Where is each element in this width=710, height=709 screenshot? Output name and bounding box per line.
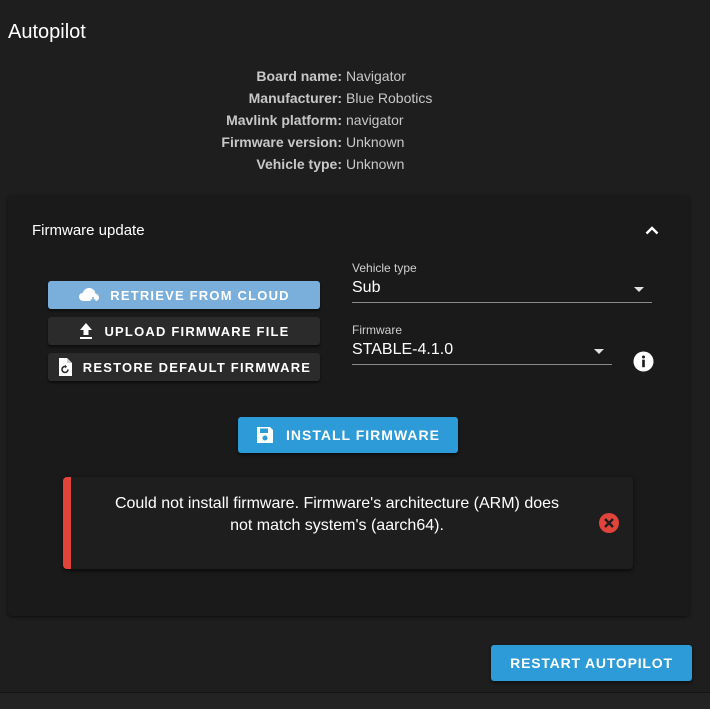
vehicle-type-label: Vehicle type: [352, 261, 417, 275]
upload-firmware-file-label: UPLOAD FIRMWARE FILE: [104, 323, 290, 339]
close-circle-icon[interactable]: [599, 513, 619, 533]
info-row-manufacturer: Manufacturer: Blue Robotics: [0, 88, 700, 110]
info-label: Vehicle type:: [256, 156, 342, 172]
info-label: Mavlink platform:: [226, 112, 342, 128]
file-restore-icon: [57, 357, 73, 377]
firmware-update-panel: Firmware update RETRIEVE FROM CLOUD UPLO…: [8, 196, 689, 616]
restart-autopilot-button[interactable]: RESTART AUTOPILOT: [491, 645, 692, 681]
retrieve-from-cloud-label: RETRIEVE FROM CLOUD: [110, 287, 290, 303]
page-title: Autopilot: [8, 21, 86, 43]
info-value: Unknown: [346, 156, 405, 172]
info-row-board-name: Board name: Navigator: [0, 66, 700, 88]
floppy-disk-icon: [256, 426, 274, 444]
chevron-up-icon[interactable]: [640, 218, 664, 242]
vehicle-type-select[interactable]: Sub: [352, 277, 652, 303]
autopilot-card: Autopilot Board name: Navigator Manufact…: [0, 0, 710, 693]
info-value: Blue Robotics: [346, 90, 433, 106]
info-label: Board name:: [256, 68, 342, 84]
info-row-firmware-version: Firmware version: Unknown: [0, 132, 700, 154]
board-info: Board name: Navigator Manufacturer: Blue…: [0, 66, 700, 176]
retrieve-from-cloud-button[interactable]: RETRIEVE FROM CLOUD: [48, 281, 320, 309]
error-message: Could not install firmware. Firmware's a…: [114, 495, 560, 534]
info-value: navigator: [346, 112, 404, 128]
panel-title: Firmware update: [32, 222, 145, 239]
dropdown-arrow-icon: [594, 349, 604, 354]
upload-icon: [78, 322, 94, 340]
firmware-select[interactable]: STABLE-4.1.0: [352, 339, 612, 365]
info-row-vehicle-type: Vehicle type: Unknown: [0, 154, 700, 176]
dropdown-arrow-icon: [634, 287, 644, 292]
restore-default-firmware-label: RESTORE DEFAULT FIRMWARE: [82, 359, 312, 375]
restore-default-firmware-button[interactable]: RESTORE DEFAULT FIRMWARE: [48, 353, 320, 381]
info-value: Unknown: [346, 134, 405, 150]
info-icon[interactable]: [633, 351, 654, 372]
info-row-mavlink-platform: Mavlink platform: navigator: [0, 110, 700, 132]
upload-firmware-file-button[interactable]: UPLOAD FIRMWARE FILE: [48, 317, 320, 345]
install-firmware-button[interactable]: INSTALL FIRMWARE: [238, 417, 458, 453]
install-firmware-label: INSTALL FIRMWARE: [286, 427, 440, 443]
error-alert: Could not install firmware. Firmware's a…: [63, 477, 633, 569]
firmware-label: Firmware: [352, 323, 402, 337]
vehicle-type-value: Sub: [352, 279, 381, 296]
info-value: Navigator: [346, 68, 406, 84]
restart-autopilot-label: RESTART AUTOPILOT: [510, 655, 673, 671]
cloud-download-icon: [78, 286, 100, 304]
info-label: Manufacturer:: [248, 90, 342, 106]
info-label: Firmware version:: [221, 134, 342, 150]
firmware-update-header[interactable]: Firmware update: [8, 196, 689, 262]
firmware-value: STABLE-4.1.0: [352, 341, 454, 358]
